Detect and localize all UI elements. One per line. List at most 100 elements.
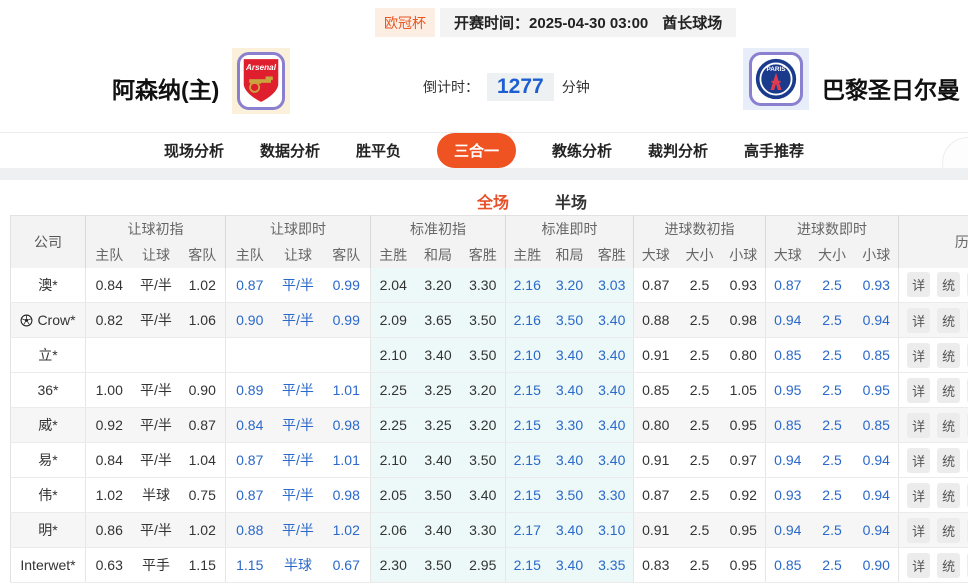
odds-cell-goals_live: 2.5 (809, 512, 855, 548)
history-stats-button[interactable]: 统 (937, 307, 961, 333)
odds-cell-handicap_initial: 平/半 (132, 267, 180, 303)
odds-cell-standard_live: 2.17 (505, 512, 549, 548)
odds-cell-standard_live: 2.15 (505, 477, 549, 513)
odds-cell-goals_live: 2.5 (809, 372, 855, 408)
history-detail-button[interactable]: 详 (907, 307, 931, 333)
odds-cell-standard_live: 3.50 (548, 302, 591, 338)
history-stats-button[interactable]: 统 (937, 412, 961, 438)
sub-header: 客胜 (590, 241, 634, 268)
group-header-standard_live: 标准即时 (505, 215, 634, 242)
odds-cell-goals_initial: 2.5 (677, 302, 722, 338)
history-detail-button[interactable]: 详 (907, 552, 931, 578)
history-detail-button[interactable]: 详 (907, 272, 931, 298)
nav-tab-4[interactable]: 三合一 (436, 133, 516, 168)
nav-tab-7[interactable]: 高手推荐 (744, 140, 804, 161)
odds-row: 36* 1.00 平/半 0.90 0.89 平/半 1.01 2.25 3.25 3.20 2.1… (10, 372, 968, 408)
odds-cell-goals_live: 2.5 (809, 267, 855, 303)
odds-cell-handicap_initial: 1.15 (179, 547, 226, 583)
odds-cell-standard_initial: 3.65 (415, 302, 461, 338)
odds-cell-goals_live: 0.87 (765, 267, 810, 303)
odds-cell-standard_initial: 2.10 (370, 337, 416, 373)
nav-tab-5[interactable]: 教练分析 (552, 140, 612, 161)
odds-cell-standard_initial: 3.25 (415, 407, 461, 443)
odds-cell-goals_initial: 2.5 (677, 442, 722, 478)
odds-cell-handicap_initial (85, 337, 133, 373)
kickoff-info: 开赛时间：2025-04-30 03:00 酋长球场 (440, 8, 737, 37)
history-stats-button[interactable]: 统 (937, 517, 961, 543)
sub-header: 小球 (854, 241, 899, 268)
odds-cell-standard_live: 3.10 (590, 512, 634, 548)
group-header-goals_live: 进球数即时 (765, 215, 899, 242)
nav-tab-2[interactable]: 数据分析 (260, 140, 320, 161)
history-detail-button[interactable]: 详 (907, 412, 931, 438)
odds-cell-standard_live: 3.30 (590, 477, 634, 513)
odds-cell-goals_live: 0.94 (765, 302, 810, 338)
match-header: 欧冠杯 开赛时间：2025-04-30 03:00 酋长球场 阿森纳(主) Ar… (0, 0, 968, 132)
odds-cell-handicap_live: 平/半 (273, 512, 323, 548)
odds-cell-standard_initial: 2.09 (370, 302, 416, 338)
odds-cell-goals_live: 0.93 (854, 267, 899, 303)
odds-row: 明* 0.86 平/半 1.02 0.88 平/半 1.02 2.06 3.40 3.30 2.17… (10, 512, 968, 548)
odds-cell-handicap_initial: 1.06 (179, 302, 226, 338)
history-stats-button[interactable]: 统 (937, 342, 961, 368)
history-stats-button[interactable]: 统 (937, 447, 961, 473)
odds-cell-standard_live: 3.40 (590, 372, 634, 408)
history-stats-button[interactable]: 统 (937, 552, 961, 578)
company-cell[interactable]: Interwet* (10, 547, 86, 583)
history-detail-button[interactable]: 详 (907, 342, 931, 368)
company-cell[interactable]: 澳* (10, 267, 86, 303)
history-detail-button[interactable]: 详 (907, 482, 931, 508)
company-cell[interactable]: 明* (10, 512, 86, 548)
odds-cell-handicap_live: 0.89 (225, 372, 274, 408)
odds-cell-goals_initial: 2.5 (677, 547, 722, 583)
odds-cell-goals_live: 2.5 (809, 547, 855, 583)
odds-cell-handicap_live (273, 337, 323, 373)
odds-cell-handicap_initial: 0.86 (85, 512, 133, 548)
odds-cell-standard_live: 3.40 (590, 442, 634, 478)
odds-cell-handicap_initial: 0.75 (179, 477, 226, 513)
odds-cell-standard_live: 3.20 (548, 267, 591, 303)
history-detail-button[interactable]: 详 (907, 517, 931, 543)
company-cell[interactable]: 立* (10, 337, 86, 373)
odds-cell-standard_live: 3.35 (590, 547, 634, 583)
company-cell[interactable]: 伟* (10, 477, 86, 513)
odds-cell-standard_initial: 2.95 (460, 547, 506, 583)
odds-cell-standard_initial: 3.50 (460, 337, 506, 373)
odds-cell-goals_live: 0.85 (765, 547, 810, 583)
psg-crest-icon: PARIS (749, 52, 803, 106)
odds-cell-handicap_live (322, 337, 371, 373)
sub-header: 主队 (225, 241, 274, 268)
history-detail-button[interactable]: 详 (907, 447, 931, 473)
odds-cell-standard_live: 2.15 (505, 372, 549, 408)
sub-header: 和局 (548, 241, 591, 268)
history-stats-button[interactable]: 统 (937, 272, 961, 298)
history-stats-button[interactable]: 统 (937, 482, 961, 508)
group-header-handicap_live: 让球即时 (225, 215, 371, 242)
odds-cell-standard_initial: 3.30 (460, 512, 506, 548)
history-cell: 详统走 (898, 547, 968, 583)
company-cell[interactable]: 易* (10, 442, 86, 478)
company-cell[interactable]: 36* (10, 372, 86, 408)
odds-cell-handicap_live (225, 337, 274, 373)
odds-cell-handicap_initial: 1.00 (85, 372, 133, 408)
odds-cell-handicap_live: 0.87 (225, 442, 274, 478)
sub-header: 主胜 (370, 241, 416, 268)
odds-cell-handicap_initial: 平/半 (132, 512, 180, 548)
odds-cell-handicap_live: 1.15 (225, 547, 274, 583)
nav-tab-6[interactable]: 裁判分析 (648, 140, 708, 161)
odds-row: 易* 0.84 平/半 1.04 0.87 平/半 1.01 2.10 3.40 3.50 2.15… (10, 442, 968, 478)
match-info-row: 欧冠杯 开赛时间：2025-04-30 03:00 酋长球场 (375, 8, 737, 37)
nav-tab-1[interactable]: 现场分析 (164, 140, 224, 161)
odds-cell-standard_initial: 3.40 (415, 512, 461, 548)
history-detail-button[interactable]: 详 (907, 377, 931, 403)
odds-cell-handicap_initial: 平/半 (132, 407, 180, 443)
nav-tab-3[interactable]: 胜平负 (356, 140, 401, 161)
odds-cell-standard_live: 3.40 (548, 337, 591, 373)
company-cell[interactable]: Crow* (10, 302, 86, 338)
company-cell[interactable]: 威* (10, 407, 86, 443)
history-cell: 详统走 (898, 302, 968, 338)
odds-cell-standard_initial: 3.20 (415, 267, 461, 303)
odds-cell-handicap_initial: 0.87 (179, 407, 226, 443)
history-stats-button[interactable]: 统 (937, 377, 961, 403)
sub-header: 大球 (765, 241, 810, 268)
